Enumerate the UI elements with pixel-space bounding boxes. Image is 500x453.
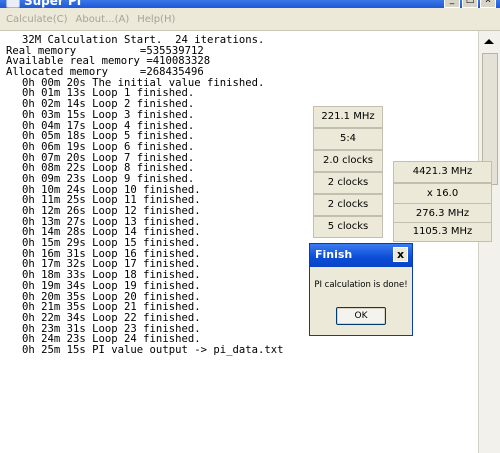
core-speed-panel: 4421.3 MHz — [393, 161, 492, 183]
menu-about[interactable]: About...(A) — [72, 14, 134, 25]
cas-latency-panel: 2.0 clocks — [313, 150, 383, 172]
scroll-up-icon[interactable] — [484, 39, 494, 44]
window-titlebar[interactable]: Super PI _ □ x — [0, 0, 500, 8]
log-line: 0h 25m 15s PI value output -> pi_data.tx… — [22, 343, 284, 356]
timing-panel-2: 2 clocks — [313, 194, 383, 216]
log-line: 0h 06m 19s Loop 6 finished. — [22, 140, 195, 153]
window-title: Super PI — [24, 0, 82, 8]
cpu-clock-panel: 221.1 MHz — [313, 106, 383, 128]
maximize-button[interactable]: □ — [462, 0, 478, 8]
menu-calculate[interactable]: Calculate(C) — [0, 14, 72, 25]
timing-panel-3: 5 clocks — [313, 216, 383, 238]
dialog-titlebar[interactable]: Finish x — [310, 244, 412, 267]
dialog-title: Finish — [315, 248, 353, 261]
menu-bar: Calculate(C) About...(A) Help(H) — [0, 8, 500, 31]
window-controls: _ □ x — [444, 0, 496, 8]
app-icon — [6, 0, 20, 8]
log-line: 0h 03m 15s Loop 3 finished. — [22, 108, 195, 121]
ok-button[interactable]: OK — [336, 307, 386, 325]
qpi-speed-panel: 1105.3 MHz — [393, 222, 492, 242]
finish-dialog: Finish x PI calculation is done! OK — [309, 243, 413, 336]
multiplier-panel: x 16.0 — [393, 183, 492, 205]
dialog-close-button[interactable]: x — [393, 247, 408, 262]
menu-help[interactable]: Help(H) — [133, 14, 179, 25]
timing-panel-1: 2 clocks — [313, 172, 383, 194]
minimize-button[interactable]: _ — [444, 0, 460, 8]
vertical-scrollbar[interactable] — [478, 31, 500, 453]
ratio-panel: 5:4 — [313, 128, 383, 150]
dialog-message: PI calculation is done! — [314, 280, 408, 290]
close-button[interactable]: x — [480, 0, 496, 8]
output-text-area[interactable]: 32M Calculation Start. 24 iterations. Re… — [0, 31, 478, 453]
